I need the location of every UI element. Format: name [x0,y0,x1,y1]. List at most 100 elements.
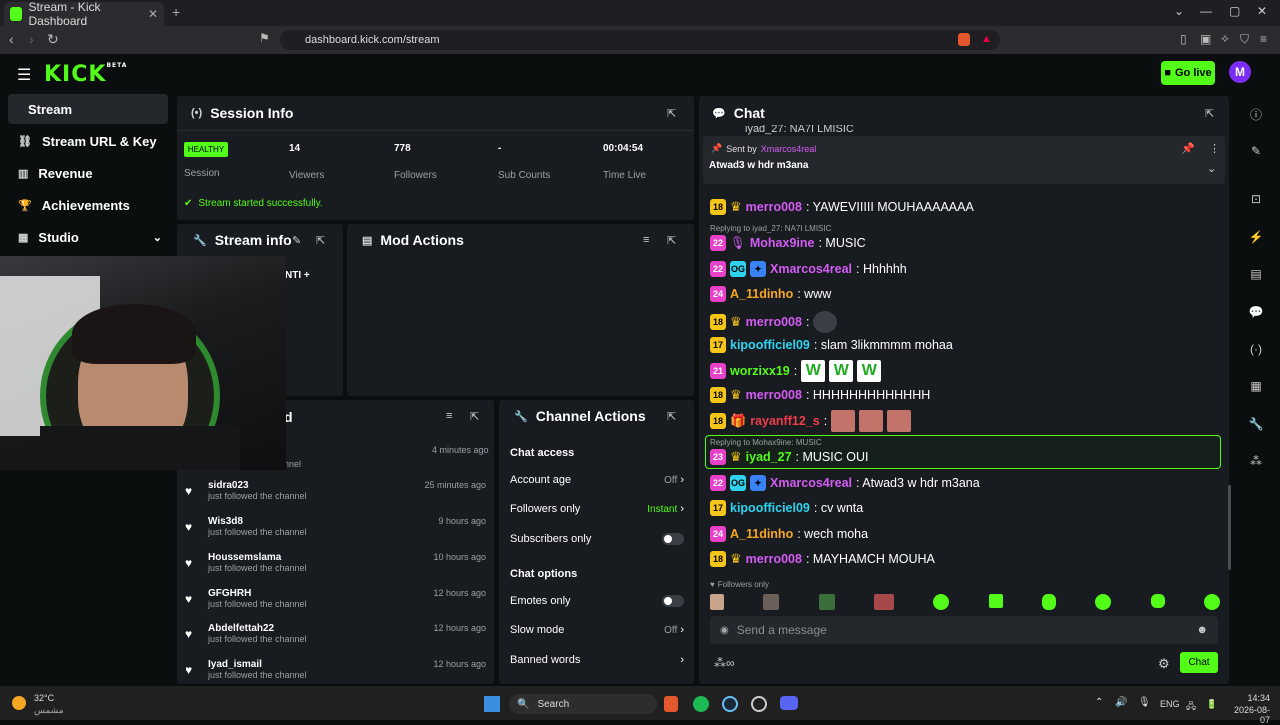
emote-icon[interactable] [1095,594,1112,610]
chat-username[interactable]: merro008 [746,200,802,214]
sidebar-item-revenue[interactable]: ▥ Revenue [8,158,168,188]
emote-icon[interactable] [818,594,835,610]
edit-icon[interactable]: ✎ [292,234,301,247]
url-field[interactable]: dashboard.kick.com/stream [280,30,1000,50]
microphone-icon[interactable]: 🎙 [1138,697,1151,708]
emote-icon[interactable] [933,594,950,610]
pinned-user[interactable]: Xmarcos4real [761,144,817,154]
chat-username[interactable]: A_11dinho [730,527,793,541]
chat-username[interactable]: merro008 [746,552,802,566]
gear-icon[interactable]: ⚙ [1158,656,1170,672]
more-options-icon[interactable]: ⋮ [1209,142,1220,155]
reload-icon[interactable]: ↻ [47,31,59,48]
slow-mode-row[interactable]: Slow mode Off › [510,624,684,636]
chat-scrollbar[interactable] [1228,485,1231,570]
sidebar-item-achievements[interactable]: 🏆 Achievements [8,190,168,220]
brave-taskbar-icon[interactable] [664,696,678,712]
emote-icon[interactable] [710,594,724,610]
emote-icon[interactable] [763,594,780,610]
avatar[interactable]: M [1229,61,1251,83]
discord-taskbar-icon[interactable] [780,696,798,710]
emote-icon[interactable] [873,594,894,610]
minimize-button[interactable]: — [1200,4,1212,18]
spotify-taskbar-icon[interactable] [693,696,709,712]
popout-icon[interactable]: ⇱ [1205,107,1214,120]
hamburger-icon[interactable]: ☰ [17,65,31,85]
chat-username[interactable]: kipoofficiel09 [730,501,810,515]
wrench-icon[interactable]: 🔧 [1246,414,1266,434]
chat-username[interactable]: Xmarcos4real [770,262,852,276]
chat-username[interactable]: kipoofficiel09 [730,338,810,352]
capture-icon[interactable]: ⊡ [1246,189,1266,209]
forward-icon[interactable]: › [29,31,34,47]
popout-icon[interactable]: ⇱ [667,107,676,120]
emote-icon[interactable] [1203,594,1220,610]
popout-icon[interactable]: ⇱ [667,410,676,423]
account-age-row[interactable]: Account age Off › [510,474,684,486]
chat-username[interactable]: rayanff12_s [750,414,820,428]
sidebar-toggle-icon[interactable]: ▯ [1180,32,1187,46]
battery-icon[interactable]: 🔋 [1206,699,1217,710]
followers-only-row[interactable]: Followers only Instant › [510,503,684,515]
new-tab-button[interactable]: + [172,4,180,20]
emoji-icon[interactable]: ☻ [1196,624,1208,636]
browser-tab[interactable]: Stream - Kick Dashboard ✕ [4,0,164,28]
broadcast-icon[interactable]: (·) [1246,339,1266,359]
emote-icon[interactable] [1150,594,1165,608]
filter-icon[interactable]: ≡ [643,234,649,246]
go-live-button[interactable]: ■ Go live [1161,61,1215,85]
sidebar-item-studio[interactable]: ▦ Studio ⌄ [8,222,168,252]
network-icon[interactable]: 🖧 [1186,699,1196,715]
close-window-button[interactable]: ✕ [1257,4,1267,18]
banned-words-row[interactable]: Banned words › [510,654,684,666]
sidebar-item-stream[interactable]: Stream [8,94,168,124]
chat-username[interactable]: merro008 [746,388,802,402]
maximize-button[interactable]: ▢ [1229,4,1240,18]
chevron-down-icon[interactable]: ⌄ [153,231,162,244]
kick-logo[interactable]: KICKBETA [44,62,127,87]
chat-username[interactable]: A_11dinho [730,287,793,301]
emotes-only-toggle[interactable] [662,595,684,607]
speaker-icon[interactable]: 🔊 [1115,697,1127,708]
emote-icon[interactable] [988,594,1003,608]
brave-rewards-icon[interactable]: ▲ [981,33,992,45]
chat-username[interactable]: iyad_27 [746,450,792,464]
popout-icon[interactable]: ⇱ [470,410,479,423]
popout-icon[interactable]: ⇱ [667,234,676,247]
windows-start-icon[interactable] [484,696,500,712]
weather-temp[interactable]: 32°C [34,693,54,703]
chevron-down-icon[interactable]: ⌄ [1207,162,1216,175]
filter-icon[interactable]: ≡ [446,410,452,422]
popout-icon[interactable]: ⇱ [316,234,325,247]
send-chat-button[interactable]: Chat [1180,652,1218,673]
menu-icon[interactable]: ≡ [1260,32,1267,46]
close-tab-icon[interactable]: ✕ [148,7,158,21]
layers-icon[interactable]: ▦ [1246,376,1266,396]
subscribers-only-toggle[interactable] [662,533,684,545]
wallet-icon[interactable]: ▣ [1200,32,1211,46]
document-icon[interactable]: ▤ [1246,264,1266,284]
pencil-icon[interactable]: ✎ [1246,141,1266,161]
leo-icon[interactable]: ✧ [1220,32,1230,46]
language-indicator[interactable]: ENG [1160,699,1180,709]
chat-username[interactable]: worzixx19 [730,364,790,378]
chat-icon[interactable]: 💬 [1246,302,1266,322]
chat-input-box[interactable]: ◉ Send a message ☻ [710,616,1218,644]
bookmark-icon[interactable]: ⚑ [259,31,270,45]
chat-username[interactable]: Xmarcos4real [770,476,852,490]
channel-points-icon[interactable]: ⁂∞ [714,656,735,670]
chat-username[interactable]: Mohax9ine [750,236,815,250]
tray-expand-icon[interactable]: ⌃ [1095,697,1103,708]
obs-taskbar-icon[interactable] [751,696,767,712]
taskbar-search[interactable]: 🔍 Search [509,694,657,714]
back-icon[interactable]: ‹ [9,31,14,47]
brave-shield-icon[interactable] [958,33,970,46]
lightning-icon[interactable]: ⚡ [1246,227,1266,247]
emote-icon[interactable] [1041,594,1056,610]
steam-taskbar-icon[interactable] [722,696,738,712]
vpn-icon[interactable]: ⛉ [1240,32,1249,47]
sidebar-item-stream-url-key[interactable]: ⛓ Stream URL & Key [8,126,168,156]
clock-time[interactable]: 14:34 [1226,693,1270,703]
info-icon[interactable]: ⓘ [1246,104,1266,124]
tab-list-icon[interactable]: ⌄ [1174,4,1184,18]
